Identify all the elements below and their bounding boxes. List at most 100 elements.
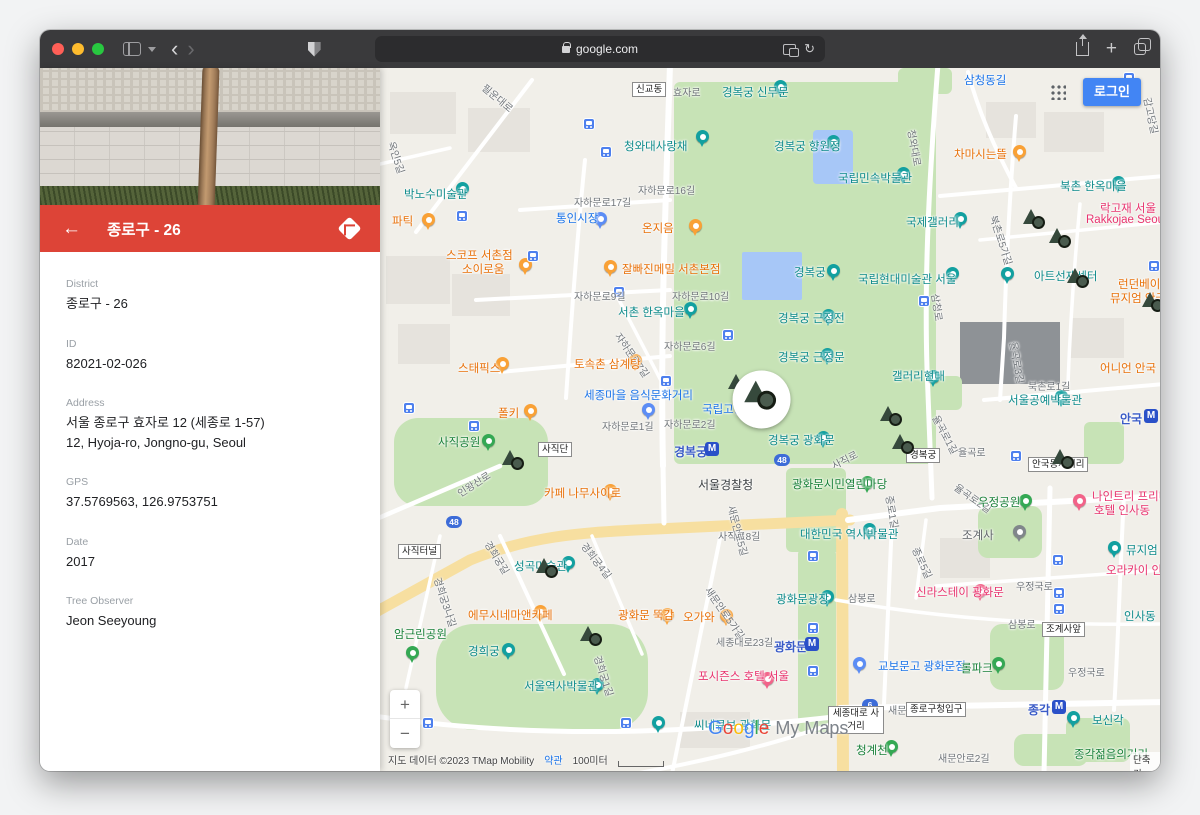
translate-icon[interactable]	[783, 44, 796, 55]
forward-button[interactable]: ›	[187, 38, 194, 60]
poi-pin-teal-icon[interactable]	[652, 716, 665, 729]
map-label-orange[interactable]: 어니언 안국	[1100, 360, 1156, 376]
poi-pin-pink-icon[interactable]	[1073, 494, 1086, 507]
map-label-teal[interactable]: 갤러리현대	[892, 368, 945, 384]
share-icon[interactable]	[1076, 42, 1089, 56]
map-label-teal[interactable]: 서울공예박물관	[1008, 392, 1082, 408]
map-label-pink[interactable]: 오라카이 인사동	[1106, 562, 1160, 578]
map-label-blue[interactable]: 통인시장	[556, 210, 598, 226]
bus-stop-icon[interactable]	[1053, 587, 1065, 599]
map-label-teal[interactable]: 경복궁	[794, 264, 826, 280]
map-label-green[interactable]: 광화문시민열린마당	[792, 476, 887, 492]
map-label-teal[interactable]: 보신각	[1092, 712, 1124, 728]
poi-pin-orange-icon[interactable]	[604, 260, 617, 273]
map-label-subway[interactable]: 종각	[1028, 701, 1050, 718]
map-label-pink[interactable]: Rakkojae Seoul Mai	[1086, 214, 1160, 226]
close-window-button[interactable]	[52, 43, 64, 55]
map-label-orange[interactable]: 오가와	[683, 609, 715, 625]
map-label-pink[interactable]: 포시즌스 호텔 서울	[698, 668, 789, 684]
bus-stop-icon[interactable]	[527, 250, 539, 262]
map-label-pink[interactable]: 신라스테이 광화문	[916, 584, 1004, 600]
tree-marker[interactable]	[892, 434, 918, 458]
map-label-teal[interactable]: 국립현대미술관 서울	[858, 271, 956, 287]
privacy-shield-icon[interactable]	[308, 42, 321, 57]
tree-marker-selected[interactable]	[744, 381, 782, 416]
poi-pin-gray-icon[interactable]	[1013, 525, 1026, 538]
zoom-out-button[interactable]: −	[390, 719, 420, 748]
tree-marker[interactable]	[580, 626, 606, 650]
apps-grid-icon[interactable]	[1050, 84, 1066, 100]
map-label-subway[interactable]: 안국	[1120, 410, 1142, 427]
map-label-gray[interactable]: 조계사	[962, 527, 994, 543]
bus-stop-icon[interactable]	[1148, 260, 1160, 272]
bus-stop-icon[interactable]	[583, 118, 595, 130]
bus-stop-icon[interactable]	[456, 210, 468, 222]
map-label-teal[interactable]: 대한민국 역사박물관	[800, 526, 898, 542]
subway-station-icon[interactable]: M	[705, 442, 719, 456]
bus-stop-icon[interactable]	[660, 375, 672, 387]
poi-pin-green-icon[interactable]	[1019, 494, 1032, 507]
map-label-orange[interactable]: 카페 나무사이로	[544, 485, 621, 501]
bus-stop-icon[interactable]	[1010, 450, 1022, 462]
map-label-subway[interactable]: 경복궁	[674, 443, 707, 460]
map-label-blue[interactable]: 삼청동길	[964, 72, 1006, 88]
map-label-teal[interactable]: 경복궁 신무문	[722, 84, 789, 100]
poi-pin-teal-icon[interactable]	[684, 302, 697, 315]
map-label-subway[interactable]: 광화문	[774, 638, 807, 655]
bus-stop-icon[interactable]	[807, 550, 819, 562]
bus-stop-icon[interactable]	[722, 329, 734, 341]
map-label-orange[interactable]: 소이로움	[462, 261, 504, 277]
poi-pin-orange-icon[interactable]	[524, 404, 537, 417]
poi-pin-teal-icon[interactable]	[1108, 541, 1121, 554]
map-label-blue[interactable]: 교보문고 광화문점	[878, 658, 966, 674]
login-button[interactable]: 로그인	[1083, 78, 1141, 106]
tree-marker[interactable]	[1067, 268, 1093, 292]
subway-station-icon[interactable]: M	[1144, 409, 1158, 423]
tree-marker[interactable]	[1142, 292, 1160, 316]
poi-pin-teal-icon[interactable]	[1067, 711, 1080, 724]
poi-pin-orange-icon[interactable]	[1013, 145, 1026, 158]
map-label-orange[interactable]: 폴키	[498, 405, 519, 421]
poi-pin-green-icon[interactable]	[992, 657, 1005, 670]
minimize-window-button[interactable]	[72, 43, 84, 55]
map-canvas[interactable]: 로그인 + − 지도 데이터 ©2023 TMap Mobility 약관 10…	[380, 68, 1160, 771]
map-label-orange[interactable]: 온지음	[642, 220, 674, 236]
map-label-orange[interactable]: 차마시는뜰	[954, 146, 1007, 162]
map-label-blue[interactable]: 세종마을 음식문화거리	[584, 387, 693, 403]
poi-pin-teal-icon[interactable]	[502, 643, 515, 656]
new-tab-icon[interactable]: +	[1106, 38, 1117, 60]
zoom-window-button[interactable]	[92, 43, 104, 55]
map-label-orange[interactable]: 광화문 뚝감	[618, 607, 674, 623]
map-label-green[interactable]: 롤파크	[961, 660, 993, 676]
subway-station-icon[interactable]: M	[805, 637, 819, 651]
tree-marker[interactable]	[502, 450, 528, 474]
poi-pin-orange-icon[interactable]	[422, 213, 435, 226]
address-bar[interactable]: google.com ↻	[375, 36, 825, 62]
map-label-orange[interactable]: 에무시네마앤카페	[468, 607, 553, 623]
map-label-teal[interactable]: 경복궁 근정전	[778, 310, 845, 326]
map-label-teal[interactable]: 박노수미술관	[404, 186, 467, 202]
map-label-green[interactable]: 사직공원	[438, 434, 480, 450]
poi-pin-teal-icon[interactable]	[1001, 267, 1014, 280]
tree-marker[interactable]	[880, 406, 906, 430]
back-button[interactable]: ‹	[171, 38, 178, 60]
keyboard-shortcuts-link[interactable]: 단축키	[1130, 752, 1160, 771]
poi-pin-green-icon[interactable]	[482, 434, 495, 447]
map-label-orange[interactable]: 잘빠진메밀 서촌본점	[622, 261, 720, 277]
map-label-orange[interactable]: 스태픽스	[458, 360, 500, 376]
map-label-orange[interactable]: 파틱	[392, 213, 413, 229]
map-label-teal[interactable]: 경복궁 근정문	[778, 349, 845, 365]
bus-stop-icon[interactable]	[807, 622, 819, 634]
poi-pin-orange-icon[interactable]	[689, 219, 702, 232]
map-label-teal[interactable]: 경복궁 향원정	[774, 138, 841, 154]
map-label-teal[interactable]: 북촌 한옥마을	[1060, 178, 1127, 194]
bus-stop-icon[interactable]	[807, 665, 819, 677]
map-label-teal[interactable]: 인사동	[1124, 608, 1156, 624]
poi-pin-teal-icon[interactable]	[827, 264, 840, 277]
map-label-green[interactable]: 암근린공원	[394, 626, 447, 642]
map-label-teal[interactable]: 서울역사박물관	[524, 678, 598, 694]
map-label-teal[interactable]: 청와대사랑채	[624, 138, 687, 154]
map-label-pink[interactable]: 호텔 인사동	[1094, 502, 1150, 518]
chevron-down-icon[interactable]	[148, 47, 156, 52]
tree-marker[interactable]	[1052, 449, 1078, 473]
